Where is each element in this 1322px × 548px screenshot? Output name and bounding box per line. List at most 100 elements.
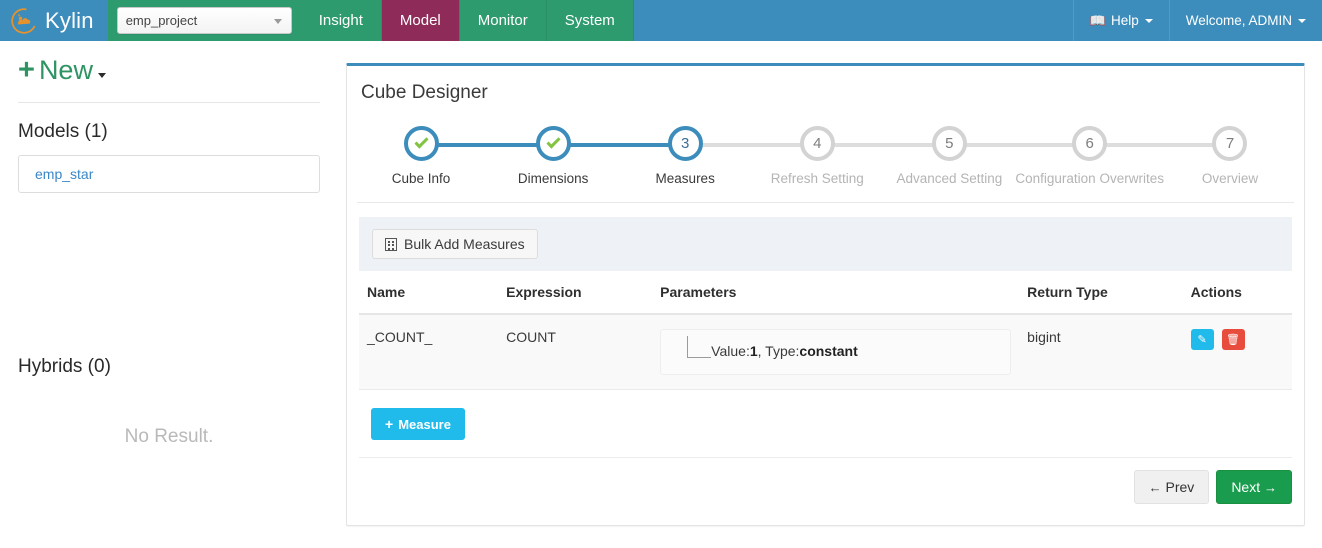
list-item[interactable]: emp_star xyxy=(18,155,320,193)
step-connector xyxy=(1097,143,1230,147)
left-sidebar: + New Models (1) emp_star Hybrids (0) No… xyxy=(0,41,338,548)
project-select-value: emp_project xyxy=(125,13,198,28)
cell-return-type: bigint xyxy=(1019,314,1183,390)
nav-item-system[interactable]: System xyxy=(546,0,634,41)
check-icon xyxy=(413,134,429,149)
bulk-add-measures-label: Bulk Add Measures xyxy=(404,236,525,252)
wizard-step-measures[interactable]: 3 Measures xyxy=(553,126,751,186)
plus-icon: + xyxy=(385,416,394,432)
wizard-step-cube-info[interactable]: Cube Info xyxy=(355,126,487,186)
step-label: Configuration Overwrites xyxy=(1015,171,1164,186)
step-connector xyxy=(817,143,950,147)
delete-measure-button[interactable]: 🗑 xyxy=(1221,329,1245,350)
trash-icon: 🗑 xyxy=(1226,334,1240,346)
help-menu[interactable]: 📖 Help xyxy=(1072,0,1169,41)
column-header-parameters: Parameters xyxy=(652,271,1020,315)
cube-designer-panel: Cube Designer Cube Info Dimensions 3 Mea… xyxy=(346,63,1305,526)
step-circle: 7 xyxy=(1212,126,1248,161)
parameter-value: 1 xyxy=(749,343,758,359)
step-circle: 5 xyxy=(931,126,967,161)
wizard-step-refresh-setting[interactable]: 4 Refresh Setting xyxy=(685,126,883,186)
next-button[interactable]: Next → xyxy=(1216,470,1292,504)
chevron-down-icon xyxy=(1144,18,1153,23)
column-header-actions: Actions xyxy=(1182,271,1292,315)
wizard-steps: Cube Info Dimensions 3 Measures 4 Refres… xyxy=(355,126,1296,202)
grid-building-icon xyxy=(385,237,397,251)
navbar-spacer xyxy=(633,0,1073,41)
step-circle: 4 xyxy=(799,126,835,161)
chevron-down-icon xyxy=(97,72,106,78)
hybrids-heading: Hybrids (0) xyxy=(18,356,111,377)
project-selector-wrap: emp_project xyxy=(107,0,301,41)
page-title: Cube Designer xyxy=(361,82,488,103)
table-header-row: Name Expression Parameters Return Type A… xyxy=(359,271,1292,315)
new-button[interactable]: + New xyxy=(18,41,106,96)
column-header-name: Name xyxy=(359,271,499,315)
brand-text: Kylin xyxy=(45,7,94,33)
step-connector xyxy=(685,143,818,147)
parameter-box: Value:1, Type:constant xyxy=(660,329,1012,375)
next-button-label: Next xyxy=(1231,479,1261,495)
arrow-left-icon: ← xyxy=(1148,480,1162,495)
step-connector xyxy=(421,143,554,147)
check-icon xyxy=(546,134,561,149)
step-label: Refresh Setting xyxy=(770,171,864,186)
edit-measure-button[interactable]: ✎ xyxy=(1190,329,1214,350)
user-menu[interactable]: Welcome, ADMIN xyxy=(1168,0,1322,41)
wizard-step-overview[interactable]: 7 Overview xyxy=(1097,126,1296,186)
project-select[interactable]: emp_project xyxy=(116,7,292,34)
prev-button-label: Prev xyxy=(1165,479,1195,495)
cell-parameters: Value:1, Type:constant xyxy=(652,314,1020,390)
step-circle xyxy=(535,126,571,161)
step-label: Cube Info xyxy=(391,171,451,186)
step-circle xyxy=(403,126,439,161)
wizard-step-configuration-overwrites[interactable]: 6 Configuration Overwrites xyxy=(941,126,1164,186)
step-circle: 6 xyxy=(1072,126,1108,161)
cell-expression: COUNT xyxy=(498,314,653,390)
user-label: Welcome, ADMIN xyxy=(1185,13,1292,28)
parameter-type: constant xyxy=(799,343,858,359)
models-heading: Models (1) xyxy=(18,121,108,142)
measures-table: Name Expression Parameters Return Type A… xyxy=(359,271,1292,390)
cell-actions: ✎ 🗑 xyxy=(1182,314,1292,390)
top-navbar: Kylin emp_project Insight Model Monitor … xyxy=(0,0,1322,41)
nav-item-monitor[interactable]: Monitor xyxy=(459,0,547,41)
column-header-expression: Expression xyxy=(498,271,653,315)
table-row: _COUNT_ COUNT Value:1, Type:constant big… xyxy=(359,314,1292,390)
step-connector xyxy=(553,143,686,147)
column-header-return-type: Return Type xyxy=(1019,271,1183,315)
pencil-icon: ✎ xyxy=(1197,334,1207,346)
step-label: Advanced Setting xyxy=(896,171,1003,186)
step-label: Dimensions xyxy=(517,171,589,186)
parameter-value-prefix: Value: xyxy=(711,343,750,359)
nav-item-model[interactable]: Model xyxy=(381,0,460,41)
parameter-tree-item: Value:1, Type:constant xyxy=(669,336,1002,366)
nav-item-insight[interactable]: Insight xyxy=(300,0,382,41)
add-measure-label: Measure xyxy=(398,416,451,432)
chevron-down-icon xyxy=(273,19,282,24)
book-icon: 📖 xyxy=(1089,12,1106,28)
wizard-footer: ← Prev Next → xyxy=(347,458,1304,504)
step-label: Overview xyxy=(1201,171,1259,186)
help-label: Help xyxy=(1110,13,1139,28)
main-nav: Insight Model Monitor System xyxy=(300,0,634,41)
step-circle: 3 xyxy=(667,126,703,161)
arrow-right-icon: → xyxy=(1264,480,1277,495)
plus-icon: + xyxy=(18,54,35,86)
add-measure-button[interactable]: + Measure xyxy=(371,408,465,440)
bulk-add-measures-button[interactable]: Bulk Add Measures xyxy=(372,229,538,259)
steps-separator xyxy=(357,202,1294,203)
hybrids-section: Hybrids (0) No Result. xyxy=(18,356,320,448)
step-label: Measures xyxy=(655,171,715,186)
chevron-down-icon xyxy=(1298,18,1306,23)
measures-toolbar: Bulk Add Measures xyxy=(359,217,1292,271)
wizard-step-dimensions[interactable]: Dimensions xyxy=(421,126,619,186)
cell-name: _COUNT_ xyxy=(359,314,499,390)
new-button-label: New xyxy=(38,55,93,85)
model-link-emp-star[interactable]: emp_star xyxy=(35,166,93,182)
measures-section: Bulk Add Measures Name Expression Parame… xyxy=(359,217,1292,440)
prev-button[interactable]: ← Prev xyxy=(1133,470,1210,504)
brand[interactable]: Kylin xyxy=(0,0,108,41)
wizard-step-advanced-setting[interactable]: 5 Advanced Setting xyxy=(817,126,1015,186)
parameter-type-prefix: , Type: xyxy=(757,343,800,359)
